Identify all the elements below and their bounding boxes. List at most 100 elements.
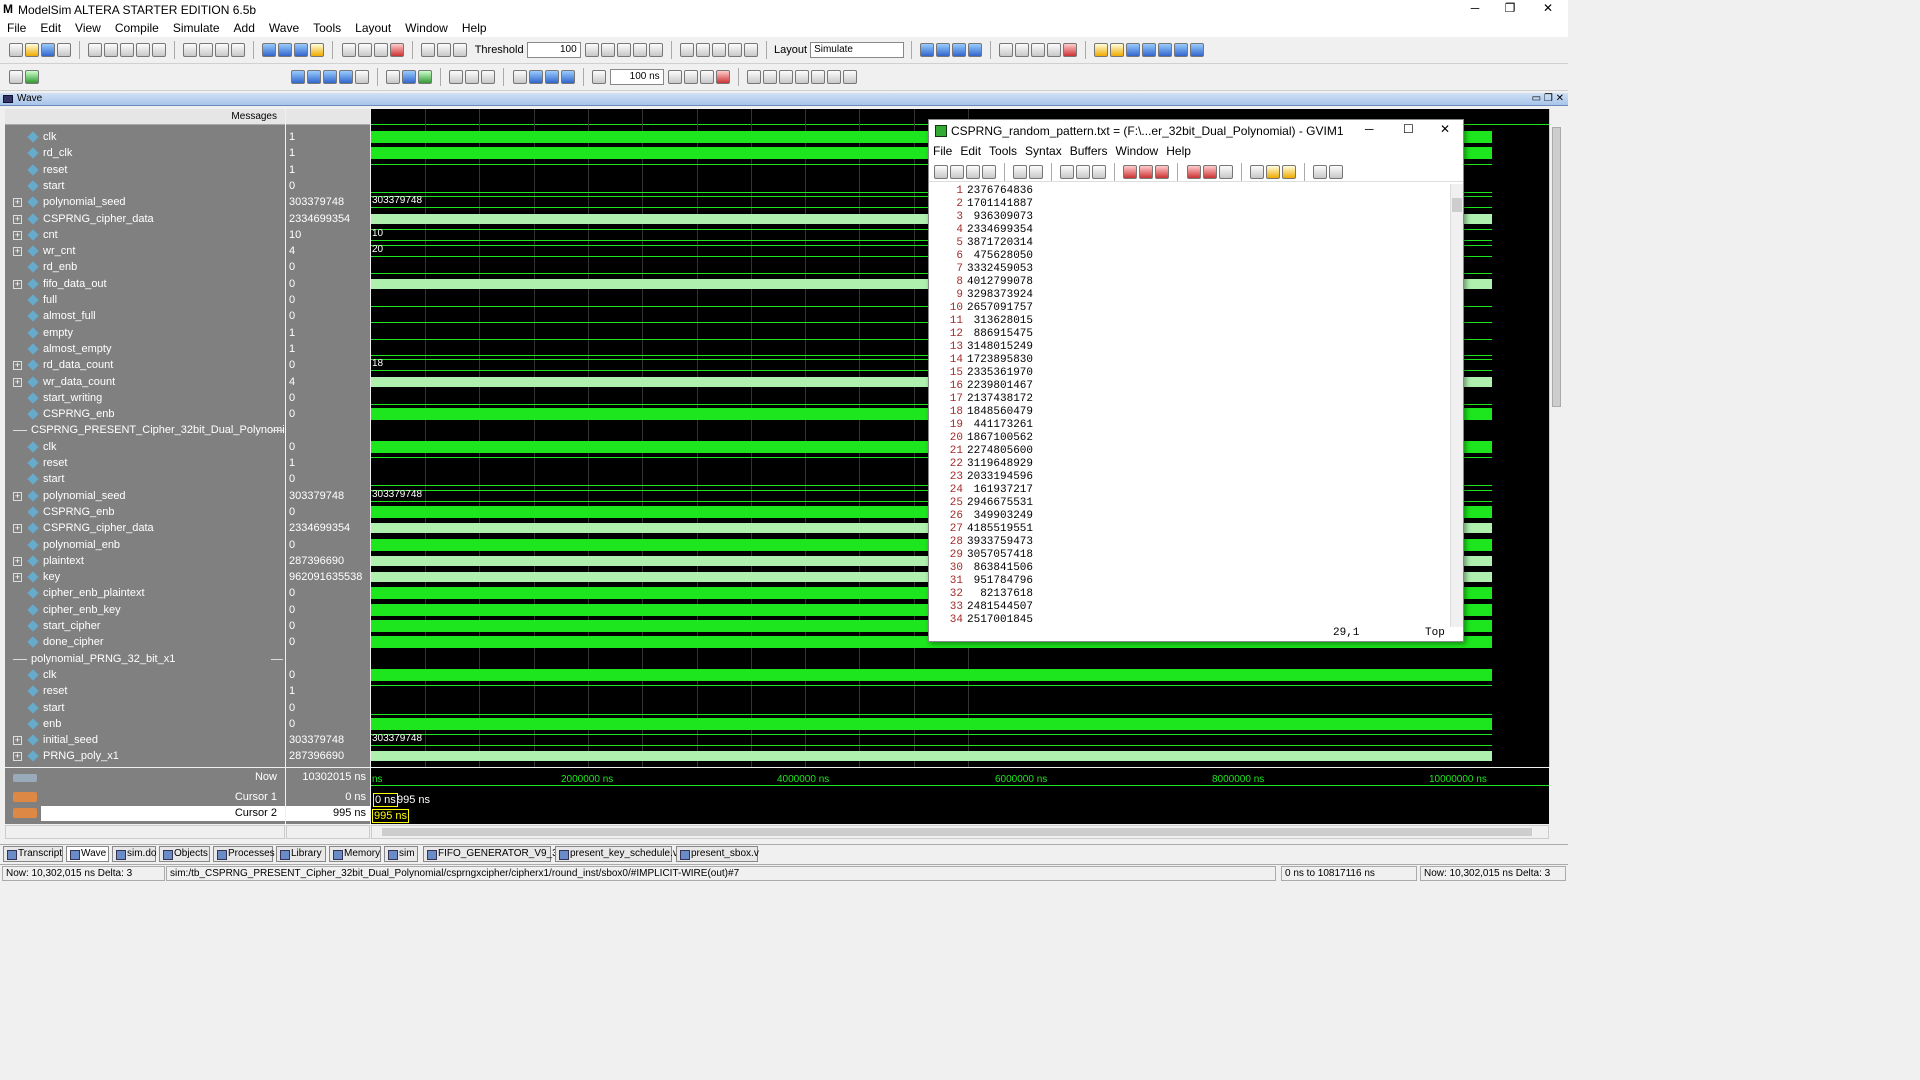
signal-name[interactable]: cipher_enb_plaintext: [43, 585, 145, 601]
signal-name[interactable]: rd_enb: [43, 259, 77, 275]
hierarchy-icon[interactable]: [199, 43, 214, 57]
signal-name[interactable]: start_writing: [43, 390, 102, 406]
signal-name[interactable]: empty: [43, 325, 73, 341]
run-icon[interactable]: [357, 43, 372, 57]
text-line[interactable]: 3332459053: [967, 263, 1033, 276]
run-length-input[interactable]: 100 ns: [609, 69, 664, 85]
gear-icon[interactable]: [920, 43, 935, 57]
save-all-icon[interactable]: [966, 165, 980, 179]
memory-view-icon[interactable]: [25, 70, 39, 84]
cursor-prev-icon[interactable]: [1126, 43, 1141, 57]
collapse-icon[interactable]: [215, 43, 230, 57]
close-button[interactable]: ✕: [1538, 1, 1558, 15]
gvim-minimize-button[interactable]: ─: [1365, 122, 1374, 136]
step-out2-icon[interactable]: [778, 70, 793, 84]
cursor-goto-icon[interactable]: [1190, 43, 1205, 57]
break-run-icon[interactable]: [715, 70, 730, 84]
signal-name[interactable]: fifo_data_out: [43, 276, 107, 292]
expand-icon[interactable]: +: [13, 198, 22, 208]
text-line[interactable]: 2657091757: [967, 302, 1033, 315]
signal-name[interactable]: reset: [43, 455, 67, 471]
gvim-menu-help[interactable]: Help: [1162, 142, 1195, 160]
zoom-cursor-icon[interactable]: [339, 70, 354, 84]
step-into-icon[interactable]: [746, 70, 761, 84]
tab-library[interactable]: Library: [276, 846, 326, 862]
zoom-select-icon[interactable]: [1015, 43, 1030, 57]
tag-icon[interactable]: [1281, 165, 1296, 179]
text-line[interactable]: 3298373924: [967, 289, 1033, 302]
edge-right-icon[interactable]: [465, 70, 480, 84]
signal-name[interactable]: wr_cnt: [43, 243, 75, 259]
signal-name[interactable]: CSPRNG_cipher_data: [43, 520, 154, 536]
text-line[interactable]: 951784796: [967, 575, 1033, 588]
expand-icon[interactable]: +: [13, 491, 22, 501]
tab-transcript[interactable]: Transcript: [3, 846, 63, 862]
restart-icon[interactable]: [341, 43, 356, 57]
menu-add[interactable]: Add: [227, 19, 262, 37]
dataflow-icon[interactable]: [9, 70, 23, 84]
waveform-vscrollbar[interactable]: [1549, 109, 1563, 767]
paste-icon[interactable]: [1092, 165, 1107, 179]
new-file-icon[interactable]: [9, 43, 23, 57]
text-line[interactable]: 2481544507: [967, 601, 1033, 614]
help-query-icon[interactable]: [616, 43, 631, 57]
cursor-edge-icon[interactable]: [1174, 43, 1189, 57]
timeline-pane[interactable]: ns 2000000 ns 4000000 ns 6000000 ns 8000…: [371, 768, 1549, 824]
gvim-menu-file[interactable]: File: [929, 142, 956, 160]
signal-name[interactable]: clk: [43, 129, 56, 145]
tab-objects[interactable]: Objects: [159, 846, 210, 862]
edge-left-icon[interactable]: [449, 70, 464, 84]
compile-all-icon[interactable]: [278, 43, 293, 57]
menu-compile[interactable]: Compile: [108, 19, 166, 37]
restore-button[interactable]: ❐: [1500, 1, 1520, 15]
text-line[interactable]: 349903249: [967, 510, 1033, 523]
signal-name[interactable]: rd_clk: [43, 145, 72, 161]
wave-remove-icon[interactable]: [695, 43, 710, 57]
menu-window[interactable]: Window: [398, 19, 455, 37]
menu-tools[interactable]: Tools: [306, 19, 348, 37]
lock-icon[interactable]: [13, 808, 37, 818]
text-line[interactable]: 863841506: [967, 562, 1033, 575]
wave-view3-icon[interactable]: [418, 70, 433, 84]
step-icon[interactable]: [420, 43, 435, 57]
signal-name[interactable]: start: [43, 700, 64, 716]
cursor1-label[interactable]: Cursor 1: [235, 791, 277, 803]
wave-window-controls[interactable]: ▭ ❐ ✕: [1532, 93, 1564, 104]
gvim-close-button[interactable]: ✕: [1440, 122, 1450, 136]
text-line[interactable]: 2376764836: [967, 185, 1033, 198]
expand-icon[interactable]: +: [13, 736, 22, 746]
text-line[interactable]: 3871720314: [967, 237, 1033, 250]
redo-icon[interactable]: [1029, 165, 1044, 179]
wave-clear-icon[interactable]: [743, 43, 758, 57]
signal-name[interactable]: cipher_enb_key: [43, 602, 121, 618]
text-line[interactable]: 2137438172: [967, 393, 1033, 406]
layout-select[interactable]: Simulate: [810, 42, 905, 58]
gear-step-icon[interactable]: [952, 43, 967, 57]
cursor2-label[interactable]: Cursor 2: [235, 807, 277, 819]
text-line[interactable]: 1723895830: [967, 354, 1033, 367]
expand-icon[interactable]: +: [13, 573, 22, 583]
text-line[interactable]: 161937217: [967, 484, 1033, 497]
text-line[interactable]: 441173261: [967, 419, 1033, 432]
gear-stop-icon[interactable]: [968, 43, 983, 57]
signal-name[interactable]: start: [43, 178, 64, 194]
cursor1-marker[interactable]: 0 ns: [373, 793, 398, 807]
make-icon[interactable]: [1249, 165, 1264, 179]
minimize-button[interactable]: ─: [1465, 1, 1485, 15]
copy-icon[interactable]: [1076, 165, 1091, 179]
gvim-maximize-button[interactable]: ☐: [1403, 122, 1414, 136]
signal-name[interactable]: reset: [43, 683, 67, 699]
cursor-add-icon[interactable]: [1094, 43, 1109, 57]
run-icon[interactable]: [667, 70, 682, 84]
edge-any-icon[interactable]: [481, 70, 496, 84]
memory-icon[interactable]: [231, 43, 246, 57]
text-line[interactable]: 1867100562: [967, 432, 1033, 445]
cursor-next-icon[interactable]: [1142, 43, 1157, 57]
zoom-in-icon[interactable]: [291, 70, 306, 84]
text-line[interactable]: 3057057418: [967, 549, 1033, 562]
redo-icon[interactable]: [152, 43, 167, 57]
gvim-menu-window[interactable]: Window: [1112, 142, 1163, 160]
tab-wave[interactable]: Wave: [66, 846, 109, 862]
signal-name[interactable]: full: [43, 292, 57, 308]
load-session-icon[interactable]: [1186, 165, 1201, 179]
